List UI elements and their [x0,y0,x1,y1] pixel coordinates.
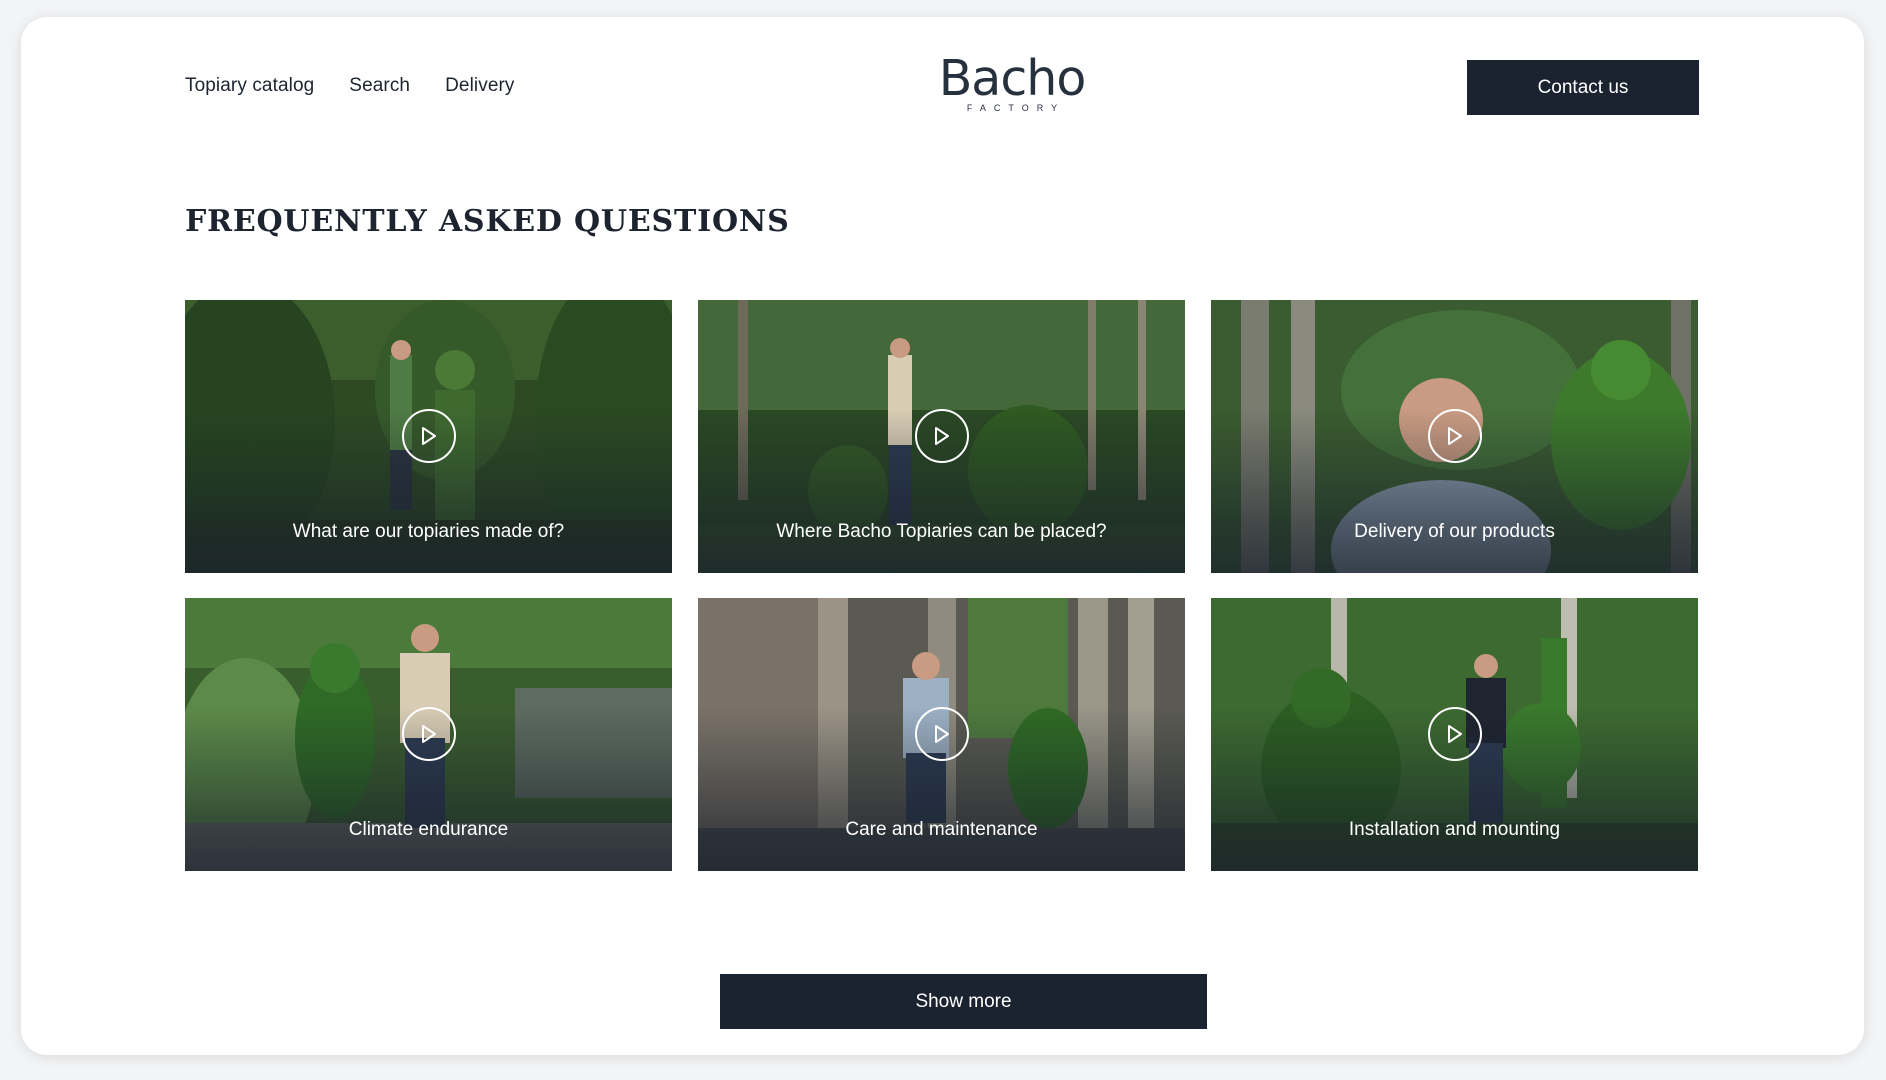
faq-video-card[interactable]: Delivery of our products [1211,300,1698,573]
play-icon[interactable] [1427,707,1482,761]
video-title: Delivery of our products [1354,521,1555,542]
faq-video-card[interactable]: Where Bacho Topiaries can be placed? [698,300,1185,573]
faq-video-card[interactable]: Installation and mounting [1211,598,1698,871]
nav-topiary-catalog[interactable]: Topiary catalog [185,75,314,97]
main-nav: Topiary catalog Search Delivery [185,75,515,97]
nav-search[interactable]: Search [349,75,410,97]
show-more-button[interactable]: Show more [720,974,1207,1029]
video-title: Installation and mounting [1348,819,1561,840]
play-icon[interactable] [914,409,969,463]
video-title: Where Bacho Topiaries can be placed? [776,521,1107,542]
play-icon[interactable] [914,707,969,761]
video-title: What are our topiaries made of? [292,521,565,542]
page-title: FREQUENTLY ASKED QUESTIONS [185,204,790,239]
faq-video-card[interactable]: Care and maintenance [698,598,1185,871]
play-icon[interactable] [401,707,456,761]
faq-video-card[interactable]: What are our topiaries made of? [185,300,672,573]
brand-logo[interactable]: Bacho FACTORY [937,50,1087,114]
play-icon[interactable] [1427,409,1482,463]
faq-video-grid: What are our topiaries made of? Where Ba… [185,300,1698,871]
logo-wordmark: Bacho [938,50,1087,107]
faq-video-card[interactable]: Climate endurance [185,598,672,871]
video-title: Care and maintenance [845,819,1038,840]
nav-delivery[interactable]: Delivery [445,75,514,97]
contact-us-button[interactable]: Contact us [1467,60,1699,115]
play-icon[interactable] [401,409,456,463]
video-title: Climate endurance [348,819,509,840]
page-card: Topiary catalog Search Delivery Bacho FA… [21,17,1864,1055]
